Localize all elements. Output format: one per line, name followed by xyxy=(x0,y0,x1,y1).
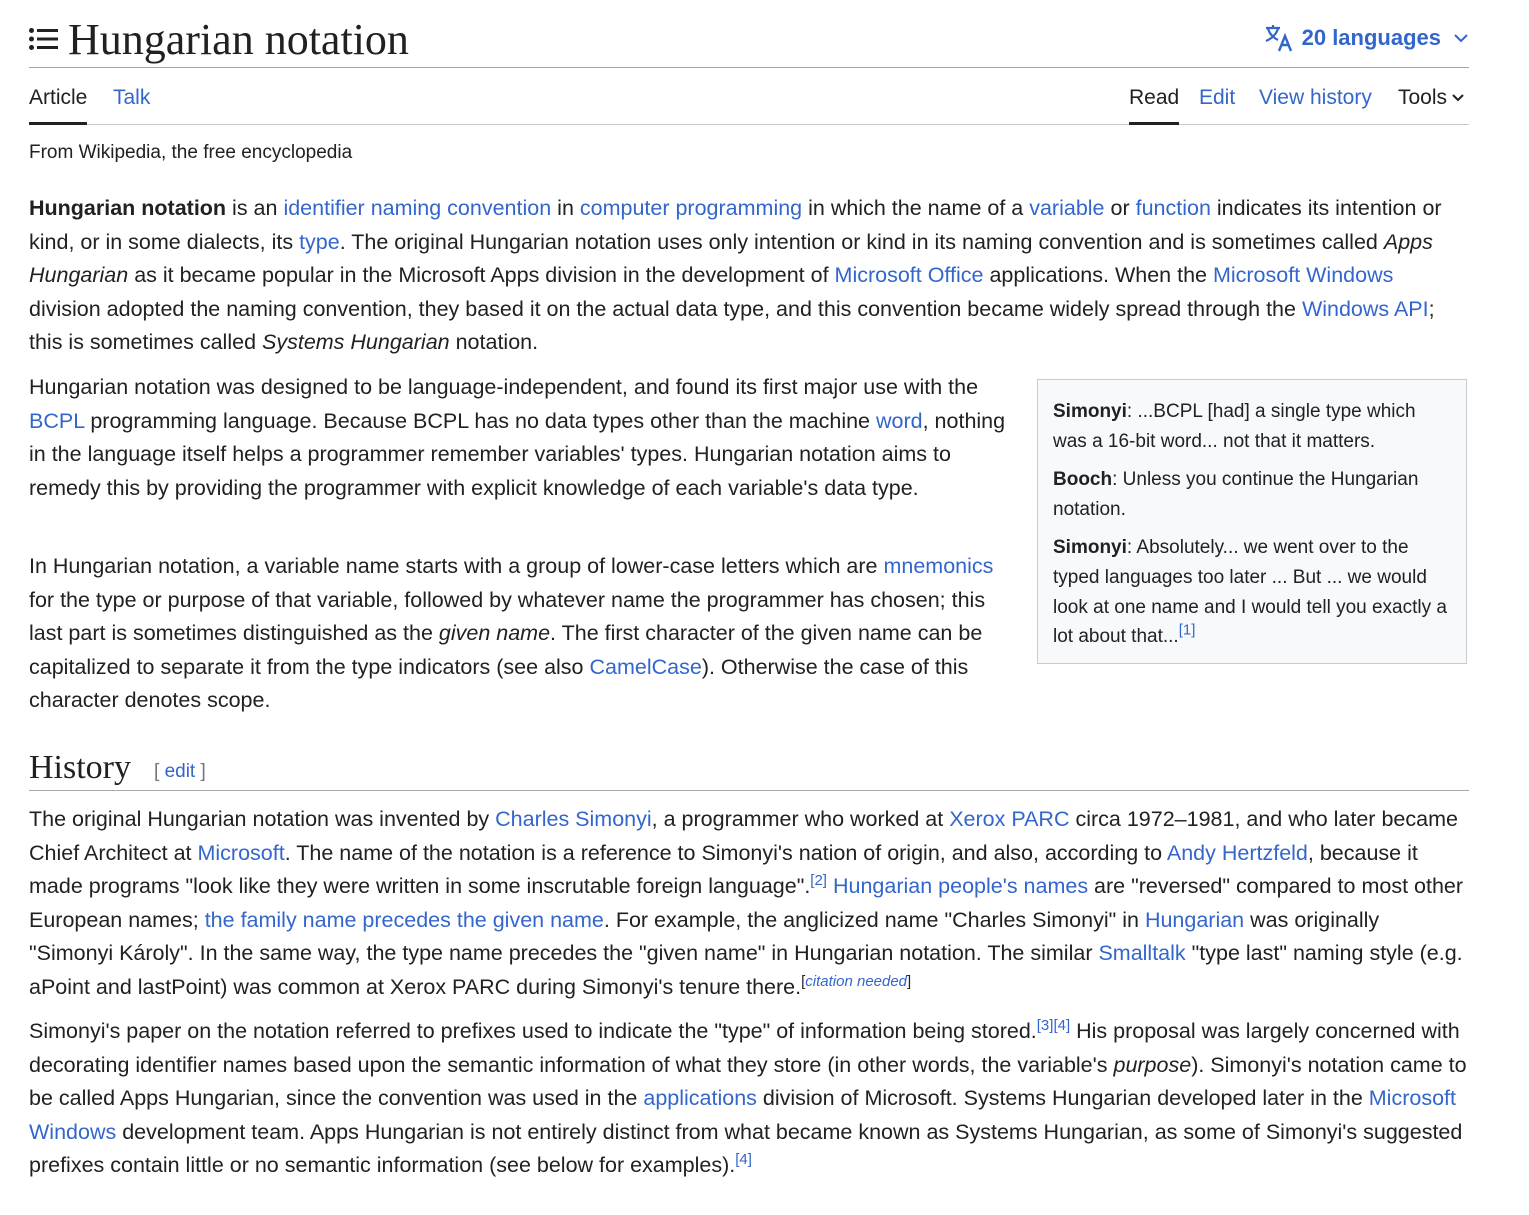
link-windows-api[interactable]: Windows API xyxy=(1302,297,1429,321)
tab-read[interactable]: Read xyxy=(1129,85,1180,125)
link-hungarian-names[interactable]: Hungarian people's names xyxy=(833,874,1088,898)
tools-menu[interactable]: Tools xyxy=(1398,85,1465,111)
reference-link[interactable]: [3] xyxy=(1037,1017,1054,1034)
languages-button[interactable]: 20 languages xyxy=(1264,24,1469,52)
quote-line: Booch: Unless you continue the Hungarian… xyxy=(1053,469,1419,520)
tab-edit[interactable]: Edit xyxy=(1199,85,1235,111)
intro-paragraph-2: Hungarian notation was designed to be la… xyxy=(29,375,1006,500)
intro-paragraph-1: Hungarian notation is an identifier nami… xyxy=(29,196,1442,355)
reference-link[interactable]: [4] xyxy=(735,1151,752,1168)
link-xerox-parc[interactable]: Xerox PARC xyxy=(949,807,1069,831)
section-heading-history: History [ edit ] xyxy=(29,749,1469,791)
chevron-down-icon xyxy=(1454,34,1468,43)
title-bar: Hungarian notation 20 languages xyxy=(29,10,1469,68)
link-charles-simonyi[interactable]: Charles Simonyi xyxy=(495,807,652,831)
toc-list-icon[interactable] xyxy=(29,26,59,52)
link-family-name-order[interactable]: the family name precedes the given name xyxy=(205,908,604,932)
history-paragraph-2: Simonyi's paper on the notation referred… xyxy=(29,1016,1467,1178)
history-paragraph-1: The original Hungarian notation was inve… xyxy=(29,807,1464,999)
reference-link[interactable]: [1] xyxy=(1179,622,1196,639)
tab-talk[interactable]: Talk xyxy=(113,85,150,111)
site-tagline: From Wikipedia, the free encyclopedia xyxy=(29,142,353,163)
reference-link[interactable]: [4] xyxy=(1053,1017,1070,1034)
language-icon xyxy=(1265,25,1292,52)
link-word[interactable]: word xyxy=(876,409,923,433)
link-microsoft-office[interactable]: Microsoft Office xyxy=(835,263,984,287)
tools-label: Tools xyxy=(1398,86,1448,109)
quote-line: Simonyi: ...BCPL [had] a single type whi… xyxy=(1053,401,1416,452)
link-identifier-naming-convention[interactable]: identifier naming convention xyxy=(283,196,551,220)
quote-line: Simonyi: Absolutely... we went over to t… xyxy=(1053,537,1447,648)
link-type[interactable]: type xyxy=(299,230,340,254)
edit-section-link[interactable]: edit xyxy=(165,761,196,782)
link-camelcase[interactable]: CamelCase xyxy=(589,655,701,679)
link-function[interactable]: function xyxy=(1136,196,1211,220)
page-tabs: Article Talk Read Edit View history Tool… xyxy=(29,68,1469,125)
link-mnemonics[interactable]: mnemonics xyxy=(883,554,993,578)
citation-needed-link[interactable]: citation needed xyxy=(805,973,907,990)
section-edit: [ edit ] xyxy=(154,761,206,782)
link-hungarian[interactable]: Hungarian xyxy=(1145,908,1244,932)
link-microsoft[interactable]: Microsoft xyxy=(198,841,285,865)
link-smalltalk[interactable]: Smalltalk xyxy=(1098,941,1185,965)
section-title: History xyxy=(29,749,131,786)
page-title: Hungarian notation xyxy=(68,15,409,64)
tab-view-history[interactable]: View history xyxy=(1259,85,1372,111)
bold-term: Hungarian notation xyxy=(29,196,227,220)
citation-needed: [citation needed] xyxy=(801,972,912,990)
link-andy-hertzfeld[interactable]: Andy Hertzfeld xyxy=(1167,841,1308,865)
chevron-down-icon xyxy=(1452,94,1464,102)
link-computer-programming[interactable]: computer programming xyxy=(580,196,802,220)
link-variable[interactable]: variable xyxy=(1029,196,1104,220)
languages-label: 20 languages xyxy=(1301,25,1441,50)
reference-link[interactable]: [2] xyxy=(810,872,827,889)
tab-article[interactable]: Article xyxy=(29,85,88,125)
quote-box: Simonyi: ...BCPL [had] a single type whi… xyxy=(1037,379,1467,664)
intro-paragraph-3: In Hungarian notation, a variable name s… xyxy=(29,554,994,713)
link-bcpl[interactable]: BCPL xyxy=(29,409,84,433)
link-applications[interactable]: applications xyxy=(643,1086,757,1110)
link-microsoft-windows[interactable]: Microsoft Windows xyxy=(1213,263,1393,287)
